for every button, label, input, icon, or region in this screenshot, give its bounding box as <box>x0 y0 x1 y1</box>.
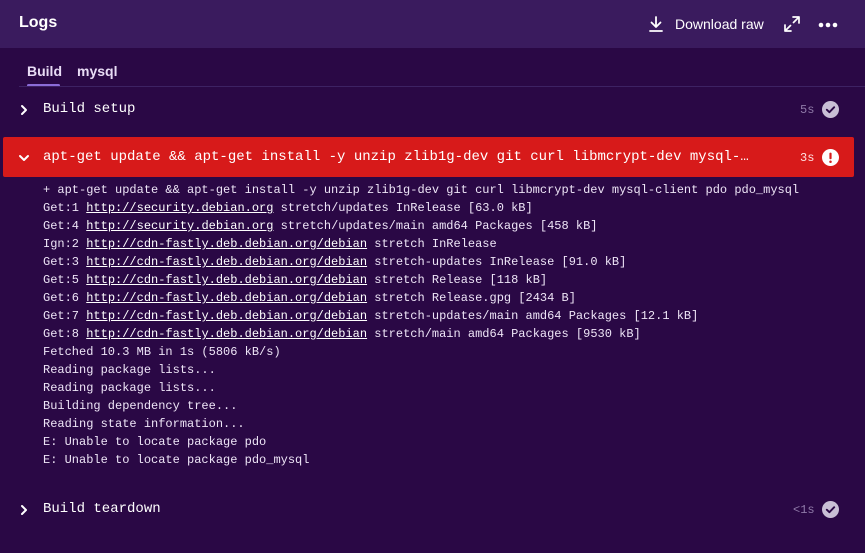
page-title: Logs <box>19 14 58 31</box>
log-link[interactable]: http://cdn-fastly.deb.debian.org/debian <box>86 273 367 287</box>
log-text: stretch/updates/main amd64 Packages [458… <box>273 219 598 233</box>
log-text: Get:5 <box>43 273 87 287</box>
log-text: + apt-get update && apt-get install -y u… <box>43 183 800 197</box>
step-duration: 5s <box>800 103 815 117</box>
chevron-down-icon <box>18 151 30 163</box>
log-text: E: Unable to locate package pdo <box>43 435 267 449</box>
log-link[interactable]: http://cdn-fastly.deb.debian.org/debian <box>86 255 367 269</box>
log-line: Reading package lists... <box>43 379 843 397</box>
log-text: Reading state information... <box>43 417 245 431</box>
chevron-right-icon <box>18 503 30 515</box>
step-name: Build setup <box>43 101 136 117</box>
log-link[interactable]: http://cdn-fastly.deb.debian.org/debian <box>86 237 367 251</box>
step-name: Build teardown <box>43 501 161 517</box>
logs-header: Logs Download raw <box>0 0 865 48</box>
log-line: E: Unable to locate package pdo_mysql <box>43 451 843 469</box>
log-text: stretch InRelease <box>367 237 497 251</box>
log-link[interactable]: http://security.debian.org <box>86 219 273 233</box>
log-text: Get:1 <box>43 201 87 215</box>
log-link[interactable]: http://cdn-fastly.deb.debian.org/debian <box>86 309 367 323</box>
log-line: Reading package lists... <box>43 361 843 379</box>
log-text: stretch/main amd64 Packages [9530 kB] <box>367 327 641 341</box>
log-text: stretch Release [118 kB] <box>367 273 548 287</box>
log-line: Building dependency tree... <box>43 397 843 415</box>
log-line: Get:3 http://cdn-fastly.deb.debian.org/d… <box>43 253 843 271</box>
log-line: Fetched 10.3 MB in 1s (5806 kB/s) <box>43 343 843 361</box>
log-line: E: Unable to locate package pdo <box>43 433 843 451</box>
log-link[interactable]: http://cdn-fastly.deb.debian.org/debian <box>86 291 367 305</box>
log-text: Reading package lists... <box>43 381 216 395</box>
error-icon <box>822 149 839 166</box>
tab-build[interactable]: Build <box>27 63 62 79</box>
log-text: Building dependency tree... <box>43 399 238 413</box>
log-text: Get:8 <box>43 327 87 341</box>
log-link[interactable]: http://cdn-fastly.deb.debian.org/debian <box>86 327 367 341</box>
log-text: Get:3 <box>43 255 87 269</box>
step-name: apt-get update && apt-get install -y unz… <box>43 149 755 165</box>
download-raw-label: Download raw <box>675 16 764 32</box>
step-build-setup[interactable]: Build setup 5s <box>3 89 854 129</box>
log-line: Get:8 http://cdn-fastly.deb.debian.org/d… <box>43 325 843 343</box>
tab-mysql[interactable]: mysql <box>77 63 117 79</box>
log-text: stretch/updates InRelease [63.0 kB] <box>273 201 533 215</box>
step-apt-get[interactable]: apt-get update && apt-get install -y unz… <box>3 137 854 177</box>
log-line: Get:4 http://security.debian.org stretch… <box>43 217 843 235</box>
step-build-teardown[interactable]: Build teardown <1s <box>3 489 854 529</box>
log-text: Reading package lists... <box>43 363 216 377</box>
log-line: Ign:2 http://cdn-fastly.deb.debian.org/d… <box>43 235 843 253</box>
download-icon <box>648 15 664 33</box>
log-text: Get:6 <box>43 291 87 305</box>
step-duration: <1s <box>793 503 815 517</box>
log-output: + apt-get update && apt-get install -y u… <box>43 181 843 469</box>
download-raw-button[interactable]: Download raw <box>648 14 764 34</box>
log-text: Fetched 10.3 MB in 1s (5806 kB/s) <box>43 345 281 359</box>
log-line: Reading state information... <box>43 415 843 433</box>
check-icon <box>822 501 839 518</box>
log-text: Get:7 <box>43 309 87 323</box>
log-text: stretch-updates/main amd64 Packages [12.… <box>367 309 699 323</box>
log-line: + apt-get update && apt-get install -y u… <box>43 181 843 199</box>
log-text: E: Unable to locate package pdo_mysql <box>43 453 310 467</box>
expand-icon[interactable] <box>784 16 800 32</box>
step-duration: 3s <box>800 151 815 165</box>
log-text: Ign:2 <box>43 237 87 251</box>
log-line: Get:1 http://security.debian.org stretch… <box>43 199 843 217</box>
log-link[interactable]: http://security.debian.org <box>86 201 273 215</box>
check-icon <box>822 101 839 118</box>
log-line: Get:5 http://cdn-fastly.deb.debian.org/d… <box>43 271 843 289</box>
log-line: Get:7 http://cdn-fastly.deb.debian.org/d… <box>43 307 843 325</box>
chevron-right-icon <box>18 103 30 115</box>
tab-bar: Build mysql <box>19 48 865 88</box>
log-text: Get:4 <box>43 219 87 233</box>
log-text: stretch Release.gpg [2434 B] <box>367 291 576 305</box>
log-text: stretch-updates InRelease [91.0 kB] <box>367 255 627 269</box>
more-icon[interactable] <box>818 18 838 30</box>
tab-divider <box>19 86 865 87</box>
log-line: Get:6 http://cdn-fastly.deb.debian.org/d… <box>43 289 843 307</box>
